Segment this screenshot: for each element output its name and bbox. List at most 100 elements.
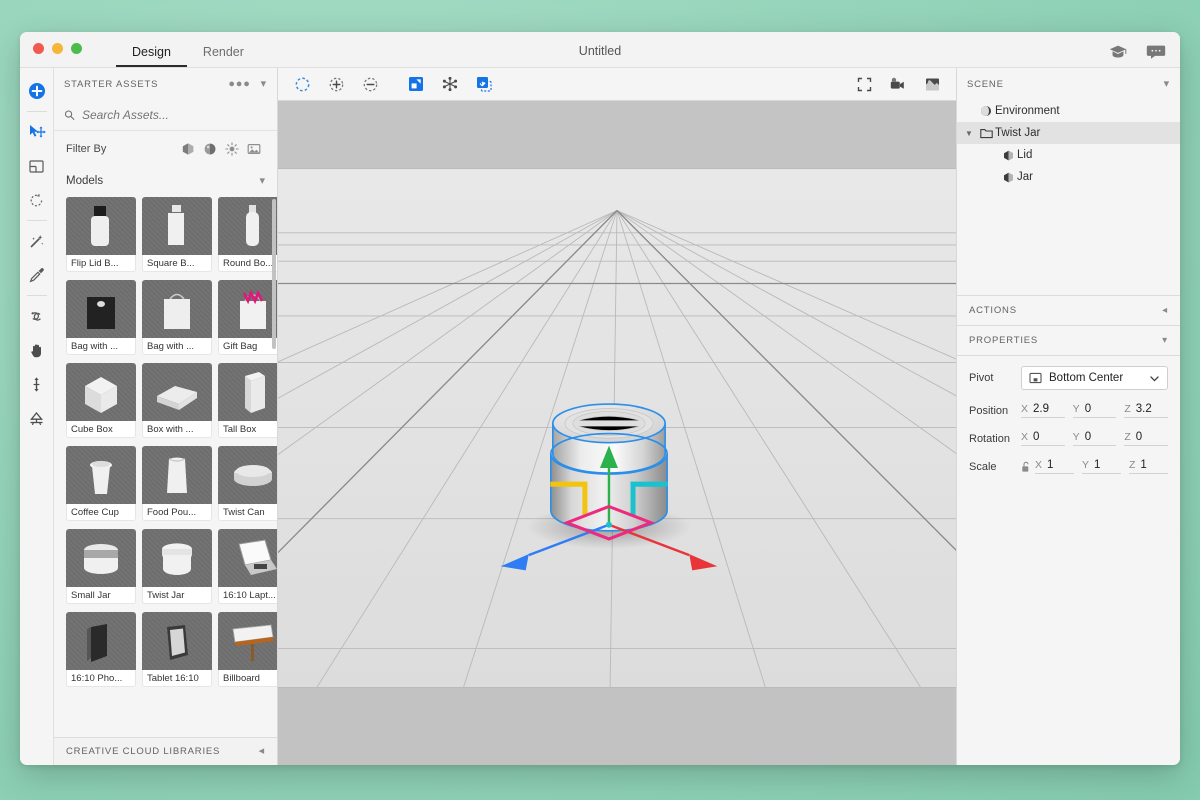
camera-tool[interactable] <box>22 401 52 435</box>
asset-tile[interactable]: Coffee Cup <box>66 446 136 521</box>
render-preview-icon[interactable] <box>922 74 942 94</box>
magic-transform-tool[interactable] <box>22 149 52 183</box>
asset-tile[interactable]: Twist Can <box>218 446 277 521</box>
scene-tree: Environment ▼ Twist Jar Lid Jar <box>957 100 1180 296</box>
chevron-down-icon[interactable]: ▼ <box>961 129 977 138</box>
rotation-x-field[interactable]: X 0 <box>1021 431 1065 446</box>
rotation-z-value: 0 <box>1135 431 1143 443</box>
scene-item-environment[interactable]: Environment <box>957 100 1180 122</box>
scene-item-jar[interactable]: Jar <box>957 166 1180 188</box>
chevron-down-icon[interactable]: ▾ <box>261 78 267 90</box>
chevron-down-icon[interactable]: ▾ <box>1164 78 1170 90</box>
images-filter-icon[interactable] <box>243 138 265 160</box>
asset-tile[interactable]: Square B... <box>142 197 212 272</box>
asset-tile-label: Billboard <box>218 670 277 687</box>
position-y-field[interactable]: Y 0 <box>1072 403 1117 418</box>
creative-cloud-libraries-row[interactable]: CREATIVE CLOUD LIBRARIES ◂ <box>54 737 277 765</box>
rotation-y-field[interactable]: Y 0 <box>1072 431 1117 446</box>
assets-panel-title: STARTER ASSETS <box>64 78 159 90</box>
close-window-button[interactable] <box>33 43 44 54</box>
speech-bubble-icon[interactable] <box>1146 43 1166 61</box>
more-options-icon[interactable]: ●●● <box>228 78 250 90</box>
place-on-ground-tool[interactable] <box>406 74 426 94</box>
mesh-object-icon <box>999 150 1017 161</box>
magic-object-select-tool[interactable] <box>474 74 494 94</box>
chevron-left-icon[interactable]: ◂ <box>1162 305 1168 316</box>
maximize-window-button[interactable] <box>71 43 82 54</box>
distribute-tool[interactable] <box>440 74 460 94</box>
asset-tile[interactable]: Twist Jar <box>142 529 212 604</box>
asset-tile[interactable]: Food Pou... <box>142 446 212 521</box>
scale-z-field[interactable]: Z 1 <box>1129 459 1168 474</box>
asset-tile[interactable]: Cube Box <box>66 363 136 438</box>
dolly-tool[interactable] <box>22 367 52 401</box>
unlocked-icon[interactable] <box>1021 461 1035 473</box>
rotation-z-field[interactable]: Z 0 <box>1124 431 1169 446</box>
axis-y-label: Y <box>1072 403 1080 415</box>
asset-tile[interactable]: 16:10 Lapt... <box>218 529 277 604</box>
scale-x-field[interactable]: X 1 <box>1035 459 1074 474</box>
assets-search-row <box>54 100 277 131</box>
asset-tile[interactable]: Gift Bag <box>218 280 277 355</box>
asset-tile[interactable]: Billboard <box>218 612 277 687</box>
asset-tile[interactable]: Bag with ... <box>66 280 136 355</box>
asset-tile[interactable]: Bag with ... <box>142 280 212 355</box>
orbit-tool[interactable] <box>22 299 52 333</box>
axis-y-label: Y <box>1082 459 1090 471</box>
scale-y-field[interactable]: Y 1 <box>1082 459 1121 474</box>
rotate-tool[interactable] <box>22 183 52 217</box>
add-object-tool[interactable] <box>22 74 52 108</box>
category-label: Models <box>66 175 104 187</box>
food-pouch-thumbnail <box>142 446 212 504</box>
axis-x-label: X <box>1021 403 1029 415</box>
chevron-left-icon[interactable]: ◂ <box>259 746 265 757</box>
models-filter-icon[interactable] <box>177 138 199 160</box>
graduation-cap-icon[interactable] <box>1108 43 1128 61</box>
tab-design[interactable]: Design <box>116 45 187 67</box>
fullscreen-icon[interactable] <box>854 74 874 94</box>
properties-panel-header[interactable]: PROPERTIES ▾ <box>957 326 1180 356</box>
scene-panel-title: SCENE <box>967 78 1004 90</box>
filter-label: Filter By <box>66 143 107 155</box>
select-move-tool[interactable] <box>22 115 52 149</box>
actions-panel-header[interactable]: ACTIONS ◂ <box>957 296 1180 326</box>
scene-item-label: Environment <box>995 105 1060 117</box>
asset-tile[interactable]: Tablet 16:10 <box>142 612 212 687</box>
chevron-down-icon[interactable]: ▾ <box>259 175 265 187</box>
lights-filter-icon[interactable] <box>221 138 243 160</box>
scene-item-twist-jar[interactable]: ▼ Twist Jar <box>957 122 1180 144</box>
asset-tile[interactable]: 16:10 Pho... <box>66 612 136 687</box>
add-to-selection-tool[interactable] <box>326 74 346 94</box>
position-x-field[interactable]: X 2.9 <box>1021 403 1065 418</box>
chevron-down-icon[interactable]: ▾ <box>1162 335 1168 346</box>
minimize-window-button[interactable] <box>52 43 63 54</box>
selection-marquee-tool[interactable] <box>292 74 312 94</box>
camera-icon[interactable] <box>888 74 908 94</box>
pan-tool[interactable] <box>22 333 52 367</box>
materials-filter-icon[interactable] <box>199 138 221 160</box>
subtract-from-selection-tool[interactable] <box>360 74 380 94</box>
viewport-column <box>278 68 956 765</box>
asset-tile[interactable]: Box with ... <box>142 363 212 438</box>
asset-tile[interactable]: Small Jar <box>66 529 136 604</box>
pivot-value: Bottom Center <box>1049 372 1124 384</box>
asset-tile-label: Box with ... <box>142 421 212 438</box>
asset-tile-label: 16:10 Pho... <box>66 670 136 687</box>
asset-tile[interactable]: Round Bo... <box>218 197 277 272</box>
magic-wand-tool[interactable] <box>22 224 52 258</box>
position-z-field[interactable]: Z 3.2 <box>1124 403 1169 418</box>
twist-can-thumbnail <box>218 446 277 504</box>
pivot-select[interactable]: Bottom Center <box>1021 366 1168 390</box>
tab-render[interactable]: Render <box>187 45 260 68</box>
position-row: Position X 2.9 Y 0 Z 3.2 <box>969 403 1169 418</box>
search-input[interactable] <box>81 108 267 122</box>
scene-item-lid[interactable]: Lid <box>957 144 1180 166</box>
asset-tile[interactable]: Flip Lid B... <box>66 197 136 272</box>
viewport-3d-canvas[interactable] <box>278 101 956 765</box>
chevron-down-icon[interactable] <box>1149 373 1160 384</box>
assets-grid: Flip Lid B... Square B... Round Bo... Bag w… <box>60 195 277 693</box>
category-models-row[interactable]: Models ▾ <box>54 167 277 195</box>
axis-z-label: Z <box>1124 403 1131 415</box>
asset-tile[interactable]: Tall Box <box>218 363 277 438</box>
sampler-tool[interactable] <box>22 258 52 292</box>
